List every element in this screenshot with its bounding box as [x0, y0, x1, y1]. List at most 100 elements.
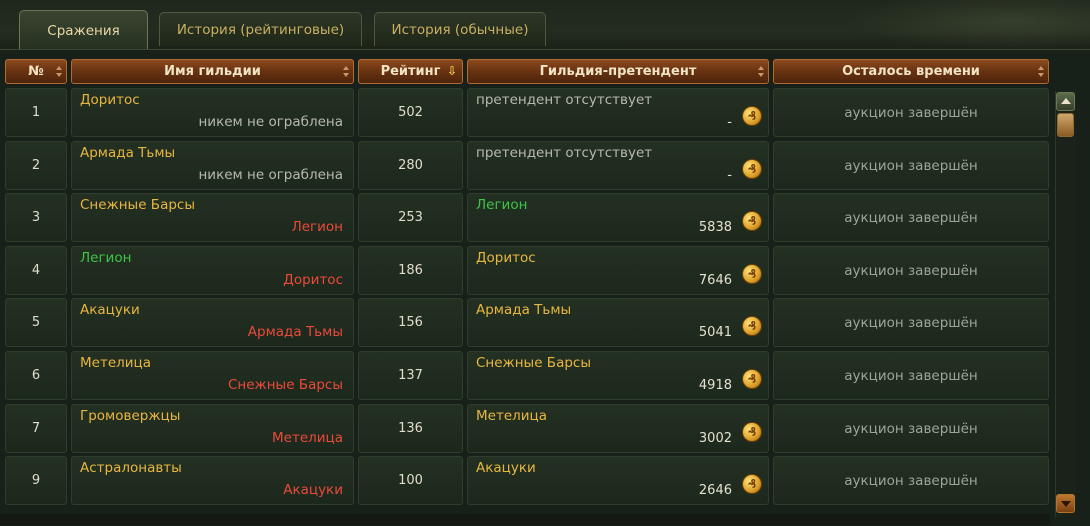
challenger-cell[interactable]: претендент отсутствует - ₰ — [467, 88, 769, 137]
guild-cell[interactable]: Громовержцы Метелица — [71, 404, 354, 453]
coin-icon: ₰ — [742, 474, 762, 494]
challenger-cell[interactable]: Доритос 7646 ₰ — [467, 246, 769, 295]
time-left: аукцион завершён — [773, 141, 1049, 190]
robbed-by: Акацуки — [283, 482, 343, 498]
table-row[interactable]: 5 Акацуки Армада Тьмы 156 Армада Тьмы 5041 ₰ ау… — [0, 298, 1090, 350]
table-row[interactable]: 3 Снежные Барсы Легион 253 Легион 5838 ₰ аукцио… — [0, 193, 1090, 245]
tab-history-normal[interactable]: История (обычные) — [374, 12, 546, 46]
time-left: аукцион завершён — [773, 193, 1049, 242]
rating-value: 137 — [358, 351, 463, 400]
column-header-rating[interactable]: Рейтинг ⇩ — [358, 59, 463, 84]
tab-battles[interactable]: Сражения — [19, 10, 148, 50]
scroll-down-button[interactable] — [1056, 494, 1075, 513]
row-number: 1 — [5, 88, 67, 137]
challenger-cell[interactable]: Армада Тьмы 5041 ₰ — [467, 298, 769, 347]
coin-icon: ₰ — [742, 369, 762, 389]
table-row[interactable]: 7 Громовержцы Метелица 136 Метелица 3002 ₰ аукц… — [0, 404, 1090, 456]
arrow-down-icon: ⇩ — [447, 64, 458, 78]
time-left: аукцион завершён — [773, 298, 1049, 347]
challenger-name[interactable]: Доритос — [476, 250, 536, 266]
challenger-name[interactable]: Метелица — [476, 408, 547, 424]
bid-amount: 5838 — [698, 220, 732, 235]
decorative-ornament — [830, 0, 1090, 52]
time-left: аукцион завершён — [773, 246, 1049, 295]
bid-amount: - — [727, 168, 732, 183]
challenger-cell[interactable]: Легион 5838 ₰ — [467, 193, 769, 242]
guild-name[interactable]: Астралонавты — [80, 460, 182, 476]
rating-value: 186 — [358, 246, 463, 295]
robbed-by: Снежные Барсы — [228, 377, 343, 393]
guild-name[interactable]: Армада Тьмы — [80, 145, 175, 161]
table-row[interactable]: 1 Доритос никем не ограблена 502 претендент … — [0, 88, 1090, 140]
challenger-name[interactable]: Снежные Барсы — [476, 355, 591, 371]
guild-name[interactable]: Метелица — [80, 355, 151, 371]
challenger-cell[interactable]: Метелица 3002 ₰ — [467, 404, 769, 453]
guild-cell[interactable]: Доритос никем не ограблена — [71, 88, 354, 137]
bid-amount: 2646 — [698, 483, 732, 498]
sort-toggle-icon — [758, 66, 764, 77]
rating-value: 156 — [358, 298, 463, 347]
row-number: 2 — [5, 141, 67, 190]
challenger-cell[interactable]: Акацуки 2646 ₰ — [467, 456, 769, 505]
coin-icon: ₰ — [742, 211, 762, 231]
guild-name[interactable]: Громовержцы — [80, 408, 180, 424]
top-bar: Сражения История (рейтинговые) История (… — [0, 0, 1090, 52]
scrollbar-thumb[interactable] — [1057, 113, 1074, 137]
scrollbar-track[interactable] — [1055, 91, 1076, 517]
chevron-down-icon — [1061, 501, 1071, 507]
bid-amount: 4918 — [698, 378, 732, 393]
guild-cell[interactable]: Акацуки Армада Тьмы — [71, 298, 354, 347]
challenger-cell[interactable]: Снежные Барсы 4918 ₰ — [467, 351, 769, 400]
rating-value: 280 — [358, 141, 463, 190]
guild-name[interactable]: Снежные Барсы — [80, 197, 195, 213]
column-header-challenger-label: Гильдия-претендент — [539, 64, 697, 79]
table-row[interactable]: 2 Армада Тьмы никем не ограблена 280 претенд… — [0, 141, 1090, 193]
table-row[interactable]: 4 Легион Доритос 186 Доритос 7646 ₰ аукцион зав… — [0, 246, 1090, 298]
rating-value: 100 — [358, 456, 463, 505]
guild-cell[interactable]: Снежные Барсы Легион — [71, 193, 354, 242]
time-left: аукцион завершён — [773, 404, 1049, 453]
bid-amount: 3002 — [698, 431, 732, 446]
column-header-num-label: № — [28, 64, 44, 79]
rating-value: 502 — [358, 88, 463, 137]
row-number: 5 — [5, 298, 67, 347]
guild-cell[interactable]: Астралонавты Акацуки — [71, 456, 354, 505]
table-row[interactable]: 6 Метелица Снежные Барсы 137 Снежные Барсы 49… — [0, 351, 1090, 403]
robbed-by: никем не ограблена — [198, 167, 343, 183]
guild-cell[interactable]: Легион Доритос — [71, 246, 354, 295]
sort-toggle-icon — [343, 66, 349, 77]
tab-history-rated[interactable]: История (рейтинговые) — [159, 12, 362, 46]
guild-cell[interactable]: Армада Тьмы никем не ограблена — [71, 141, 354, 190]
table-bottom-edge — [0, 514, 1050, 525]
time-left: аукцион завершён — [773, 351, 1049, 400]
row-number: 4 — [5, 246, 67, 295]
bid-amount: 7646 — [698, 273, 732, 288]
column-header-rating-label: Рейтинг — [380, 64, 441, 79]
bid-amount: 5041 — [698, 325, 732, 340]
guild-name[interactable]: Акацуки — [80, 302, 140, 318]
guild-name[interactable]: Доритос — [80, 92, 140, 108]
table-row[interactable]: 9 Астралонавты Акацуки 100 Акацуки 2646 ₰ аукци… — [0, 456, 1090, 508]
chevron-up-icon — [1061, 98, 1071, 104]
bid-amount: - — [727, 115, 732, 130]
guild-name[interactable]: Легион — [80, 250, 131, 266]
column-header-guild-label: Имя гильдии — [164, 64, 261, 79]
column-header-guild[interactable]: Имя гильдии — [71, 59, 354, 84]
challenger-name[interactable]: Армада Тьмы — [476, 302, 571, 318]
challenger-name[interactable]: претендент отсутствует — [476, 92, 652, 108]
row-number: 6 — [5, 351, 67, 400]
challenger-name[interactable]: претендент отсутствует — [476, 145, 652, 161]
challenger-name[interactable]: Легион — [476, 197, 527, 213]
coin-icon: ₰ — [742, 264, 762, 284]
column-header-challenger[interactable]: Гильдия-претендент — [467, 59, 769, 84]
column-header-num[interactable]: № — [5, 59, 67, 84]
challenger-name[interactable]: Акацуки — [476, 460, 536, 476]
column-header-time-left-label: Осталось времени — [842, 64, 980, 79]
guild-cell[interactable]: Метелица Снежные Барсы — [71, 351, 354, 400]
sort-toggle-icon — [56, 66, 62, 77]
challenger-cell[interactable]: претендент отсутствует - ₰ — [467, 141, 769, 190]
rating-value: 136 — [358, 404, 463, 453]
scroll-up-button[interactable] — [1056, 92, 1075, 111]
column-header-time-left[interactable]: Осталось времени — [773, 59, 1049, 84]
time-left: аукцион завершён — [773, 456, 1049, 505]
